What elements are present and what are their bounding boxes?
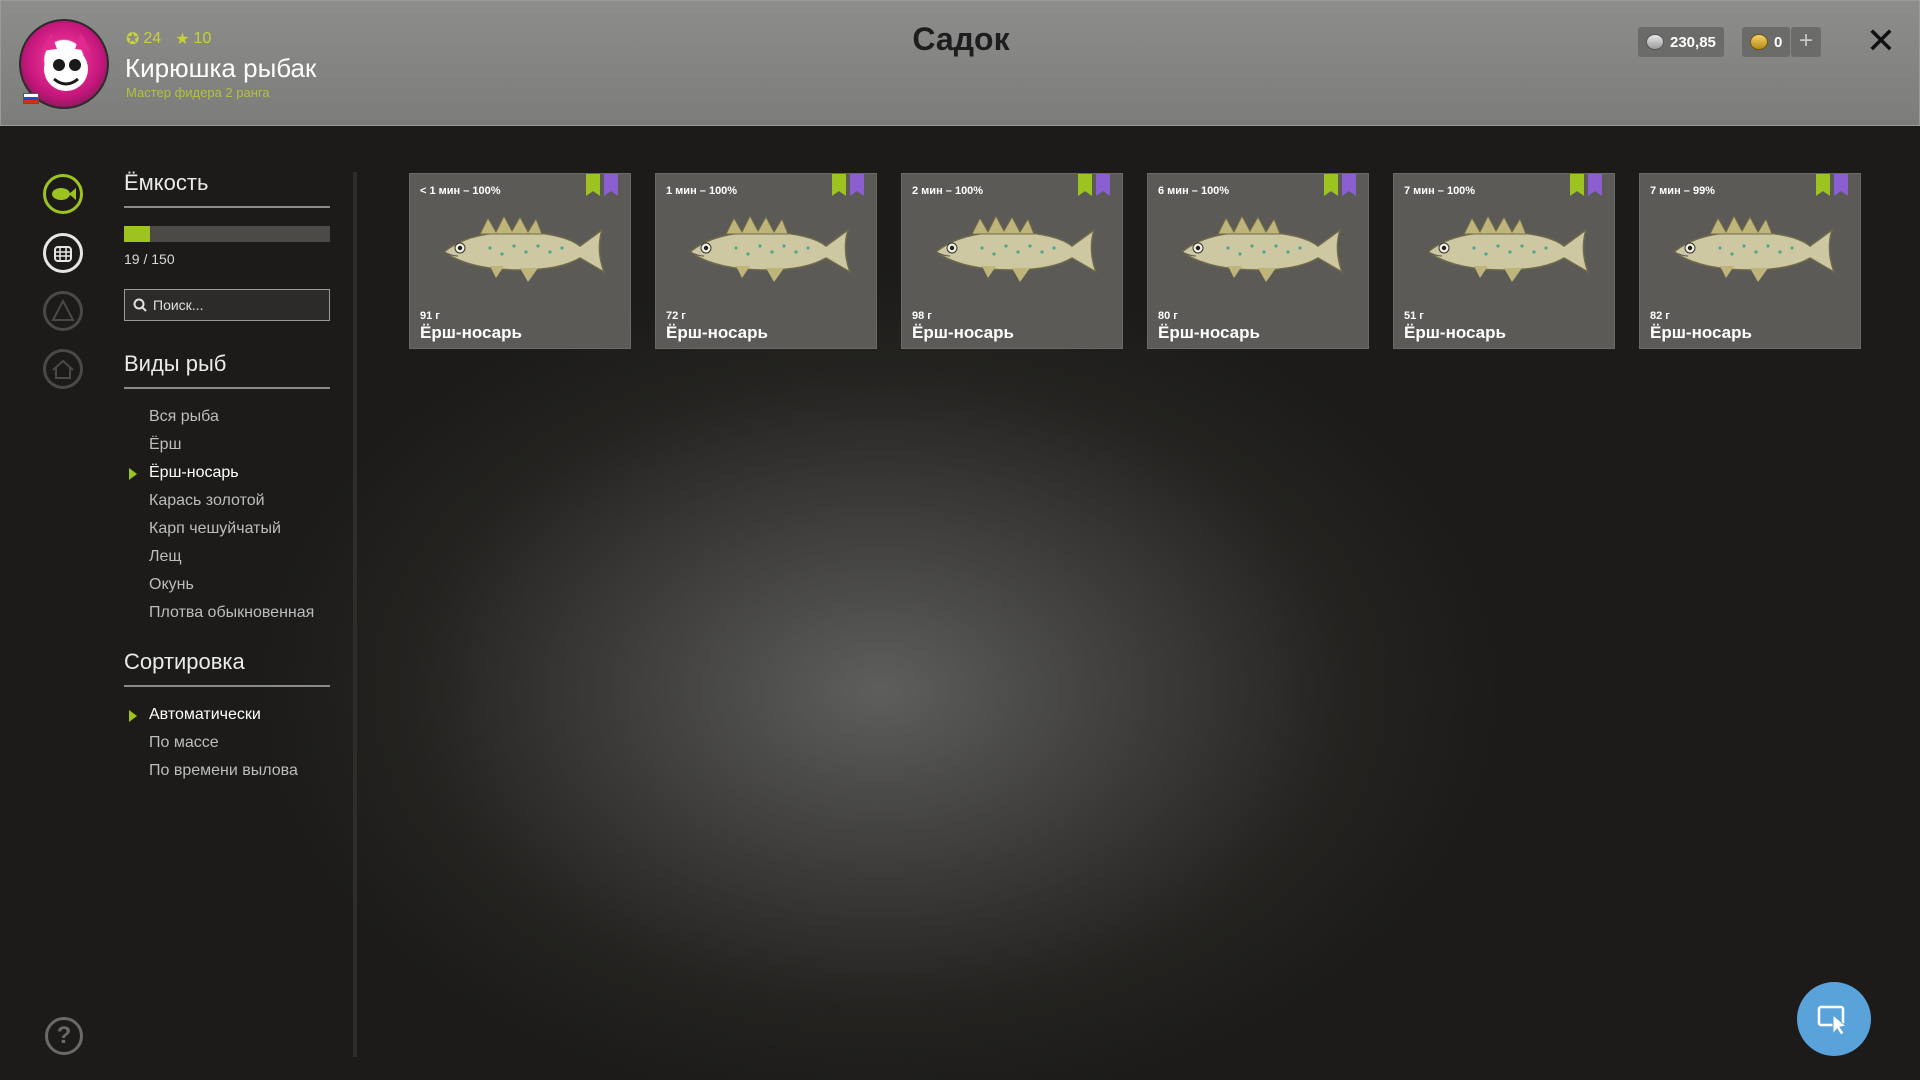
player-name: Кирюшка рыбак bbox=[125, 53, 317, 83]
cursor-icon bbox=[1817, 1005, 1848, 1036]
fish-card[interactable]: < 1 мин – 100% 91 г Ёрш-носарь bbox=[409, 173, 631, 349]
fish-card[interactable]: 7 мин – 99% 82 г Ёрш-носарь bbox=[1639, 173, 1861, 349]
card-time: 6 мин – 100% bbox=[1158, 185, 1230, 197]
sorting-list: Автоматически По массе По времени вылова bbox=[124, 701, 330, 785]
player-rank: Мастер фидера 2 ранга bbox=[126, 85, 270, 100]
sort-option[interactable]: По времени вылова bbox=[124, 757, 330, 785]
bookmark-purple-icon[interactable] bbox=[604, 174, 618, 196]
bookmark-green-icon[interactable] bbox=[1570, 174, 1584, 196]
silver-balance[interactable]: 230,85 bbox=[1638, 27, 1724, 57]
card-time: < 1 мин – 100% bbox=[420, 185, 501, 197]
ruffe-fish-image bbox=[1426, 214, 1590, 282]
card-fish-name: Ёрш-носарь bbox=[666, 323, 768, 342]
home-icon[interactable] bbox=[43, 349, 83, 389]
card-weight: 91 г bbox=[420, 310, 440, 322]
sorting-title: Сортировка bbox=[124, 649, 330, 687]
fish-card[interactable]: 1 мин – 100% 72 г Ёрш-носарь bbox=[655, 173, 877, 349]
selected-arrow-icon bbox=[129, 710, 137, 722]
capacity-title: Ёмкость bbox=[124, 170, 330, 208]
star-icon: ★ bbox=[175, 31, 190, 48]
tackle-icon[interactable] bbox=[43, 291, 83, 331]
search-input[interactable] bbox=[153, 297, 323, 313]
stars-value: 10 bbox=[193, 30, 212, 47]
species-item[interactable]: Лещ bbox=[124, 543, 330, 571]
card-fish-name: Ёрш-носарь bbox=[912, 323, 1014, 342]
sort-option[interactable]: По массе bbox=[124, 729, 330, 757]
stars-stat: ★ 10 bbox=[175, 29, 211, 49]
bookmark-purple-icon[interactable] bbox=[1096, 174, 1110, 196]
gold-balance[interactable]: 0 bbox=[1742, 27, 1791, 57]
ruffe-fish-image bbox=[1672, 214, 1836, 282]
level-icon: ✪ bbox=[126, 31, 140, 48]
gold-amount: 0 bbox=[1774, 33, 1783, 51]
card-fish-name: Ёрш-носарь bbox=[420, 323, 522, 342]
player-stats: ✪ 24 ★ 10 bbox=[126, 29, 211, 49]
card-weight: 51 г bbox=[1404, 310, 1424, 322]
level-value: 24 bbox=[143, 30, 162, 47]
ruffe-fish-image bbox=[1180, 214, 1344, 282]
species-item[interactable]: Карп чешуйчатый bbox=[124, 515, 330, 543]
species-item[interactable]: Вся рыба bbox=[124, 403, 330, 431]
card-time: 7 мин – 100% bbox=[1404, 185, 1476, 197]
help-icon[interactable]: ? bbox=[45, 1017, 83, 1055]
search-icon bbox=[133, 298, 147, 312]
bookmark-green-icon[interactable] bbox=[1324, 174, 1338, 196]
card-time: 7 мин – 99% bbox=[1650, 185, 1715, 197]
bookmark-purple-icon[interactable] bbox=[1834, 174, 1848, 196]
ruffe-fish-image bbox=[442, 214, 606, 282]
bookmark-green-icon[interactable] bbox=[1078, 174, 1092, 196]
species-list: Вся рыба Ёрш Ёрш-носарь Карась золотой К… bbox=[124, 403, 330, 627]
card-fish-name: Ёрш-носарь bbox=[1650, 323, 1752, 342]
ruffe-fish-image bbox=[688, 214, 852, 282]
species-item[interactable]: Окунь bbox=[124, 571, 330, 599]
gold-coin-icon bbox=[1750, 34, 1768, 50]
card-fish-name: Ёрш-носарь bbox=[1404, 323, 1506, 342]
bookmark-purple-icon[interactable] bbox=[850, 174, 864, 196]
card-weight: 82 г bbox=[1650, 310, 1670, 322]
bookmark-purple-icon[interactable] bbox=[1588, 174, 1602, 196]
capacity-fill bbox=[124, 226, 151, 242]
sort-option-selected[interactable]: Автоматически bbox=[124, 701, 330, 729]
country-flag-icon bbox=[23, 93, 39, 104]
close-icon[interactable]: ✕ bbox=[1863, 21, 1899, 61]
fish-icon[interactable] bbox=[43, 174, 83, 214]
bookmark-green-icon[interactable] bbox=[1816, 174, 1830, 196]
species-item[interactable]: Плотва обыкновенная bbox=[124, 599, 330, 627]
card-weight: 98 г bbox=[912, 310, 932, 322]
cursor-mode-button[interactable] bbox=[1797, 982, 1871, 1056]
card-time: 1 мин – 100% bbox=[666, 185, 738, 197]
card-time: 2 мин – 100% bbox=[912, 185, 984, 197]
capacity-bar bbox=[124, 226, 330, 242]
silver-coin-icon bbox=[1646, 34, 1664, 50]
card-weight: 80 г bbox=[1158, 310, 1178, 322]
fish-card[interactable]: 6 мин – 100% 80 г Ёрш-носарь bbox=[1147, 173, 1369, 349]
fish-card[interactable]: 2 мин – 100% 98 г Ёрш-носарь bbox=[901, 173, 1123, 349]
level-stat: ✪ 24 bbox=[126, 29, 161, 49]
fish-card[interactable]: 7 мин – 100% 51 г Ёрш-носарь bbox=[1393, 173, 1615, 349]
top-bar: ✪ 24 ★ 10 Кирюшка рыбак Мастер фидера 2 … bbox=[0, 0, 1920, 126]
filter-panel: Ёмкость 19 / 150 Виды рыб Вся рыба Ёрш Ё… bbox=[124, 170, 330, 785]
bookmark-purple-icon[interactable] bbox=[1342, 174, 1356, 196]
bookmark-green-icon[interactable] bbox=[832, 174, 846, 196]
panel-divider bbox=[353, 172, 357, 1057]
species-item-selected[interactable]: Ёрш-носарь bbox=[124, 459, 330, 487]
species-item[interactable]: Ёрш bbox=[124, 431, 330, 459]
silver-amount: 230,85 bbox=[1670, 33, 1716, 51]
keepnet-icon[interactable] bbox=[43, 233, 83, 273]
species-title: Виды рыб bbox=[124, 351, 330, 389]
species-item[interactable]: Карась золотой bbox=[124, 487, 330, 515]
card-fish-name: Ёрш-носарь bbox=[1158, 323, 1260, 342]
card-weight: 72 г bbox=[666, 310, 686, 322]
selected-arrow-icon bbox=[129, 468, 137, 480]
ruffe-fish-image bbox=[934, 214, 1098, 282]
add-currency-button[interactable]: + bbox=[1791, 27, 1821, 57]
search-box[interactable] bbox=[124, 289, 330, 321]
capacity-text: 19 / 150 bbox=[124, 251, 175, 267]
bookmark-green-icon[interactable] bbox=[586, 174, 600, 196]
